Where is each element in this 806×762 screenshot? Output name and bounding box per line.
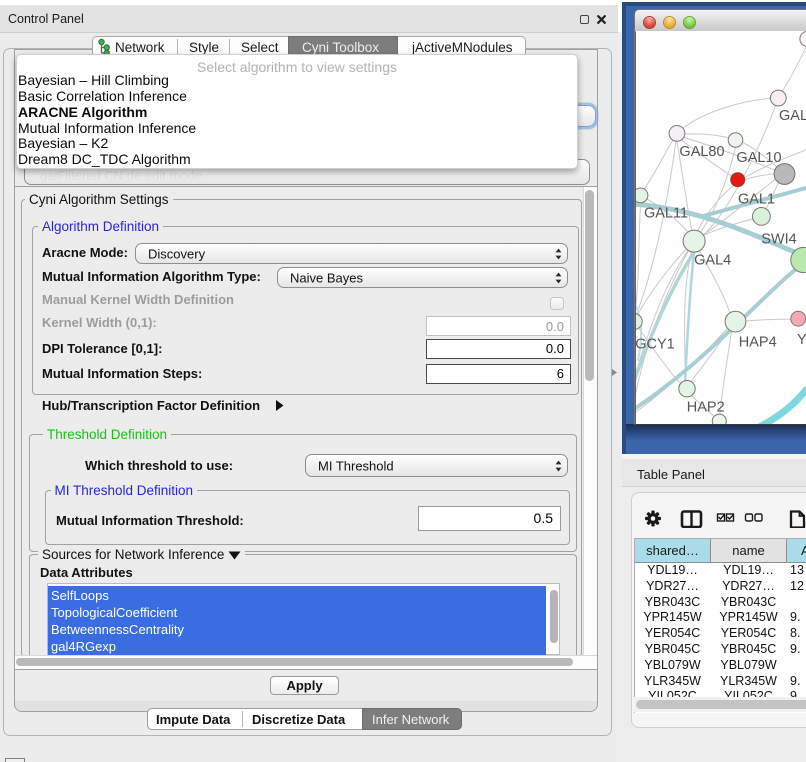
svg-text:GAL4: GAL4 bbox=[694, 253, 731, 269]
svg-text:HAP2: HAP2 bbox=[687, 400, 725, 416]
svg-text:GAL80: GAL80 bbox=[679, 144, 724, 160]
svg-text:GAL1: GAL1 bbox=[738, 192, 775, 208]
svg-text:HAP4: HAP4 bbox=[739, 335, 777, 351]
svg-text:YN: YN bbox=[797, 332, 806, 348]
svg-text:GAL2: GAL2 bbox=[779, 108, 806, 124]
svg-text:GAL10: GAL10 bbox=[736, 150, 781, 166]
svg-text:GAL11: GAL11 bbox=[644, 206, 688, 222]
svg-text:SWI4: SWI4 bbox=[761, 232, 796, 248]
svg-text:GCY1: GCY1 bbox=[636, 337, 675, 353]
